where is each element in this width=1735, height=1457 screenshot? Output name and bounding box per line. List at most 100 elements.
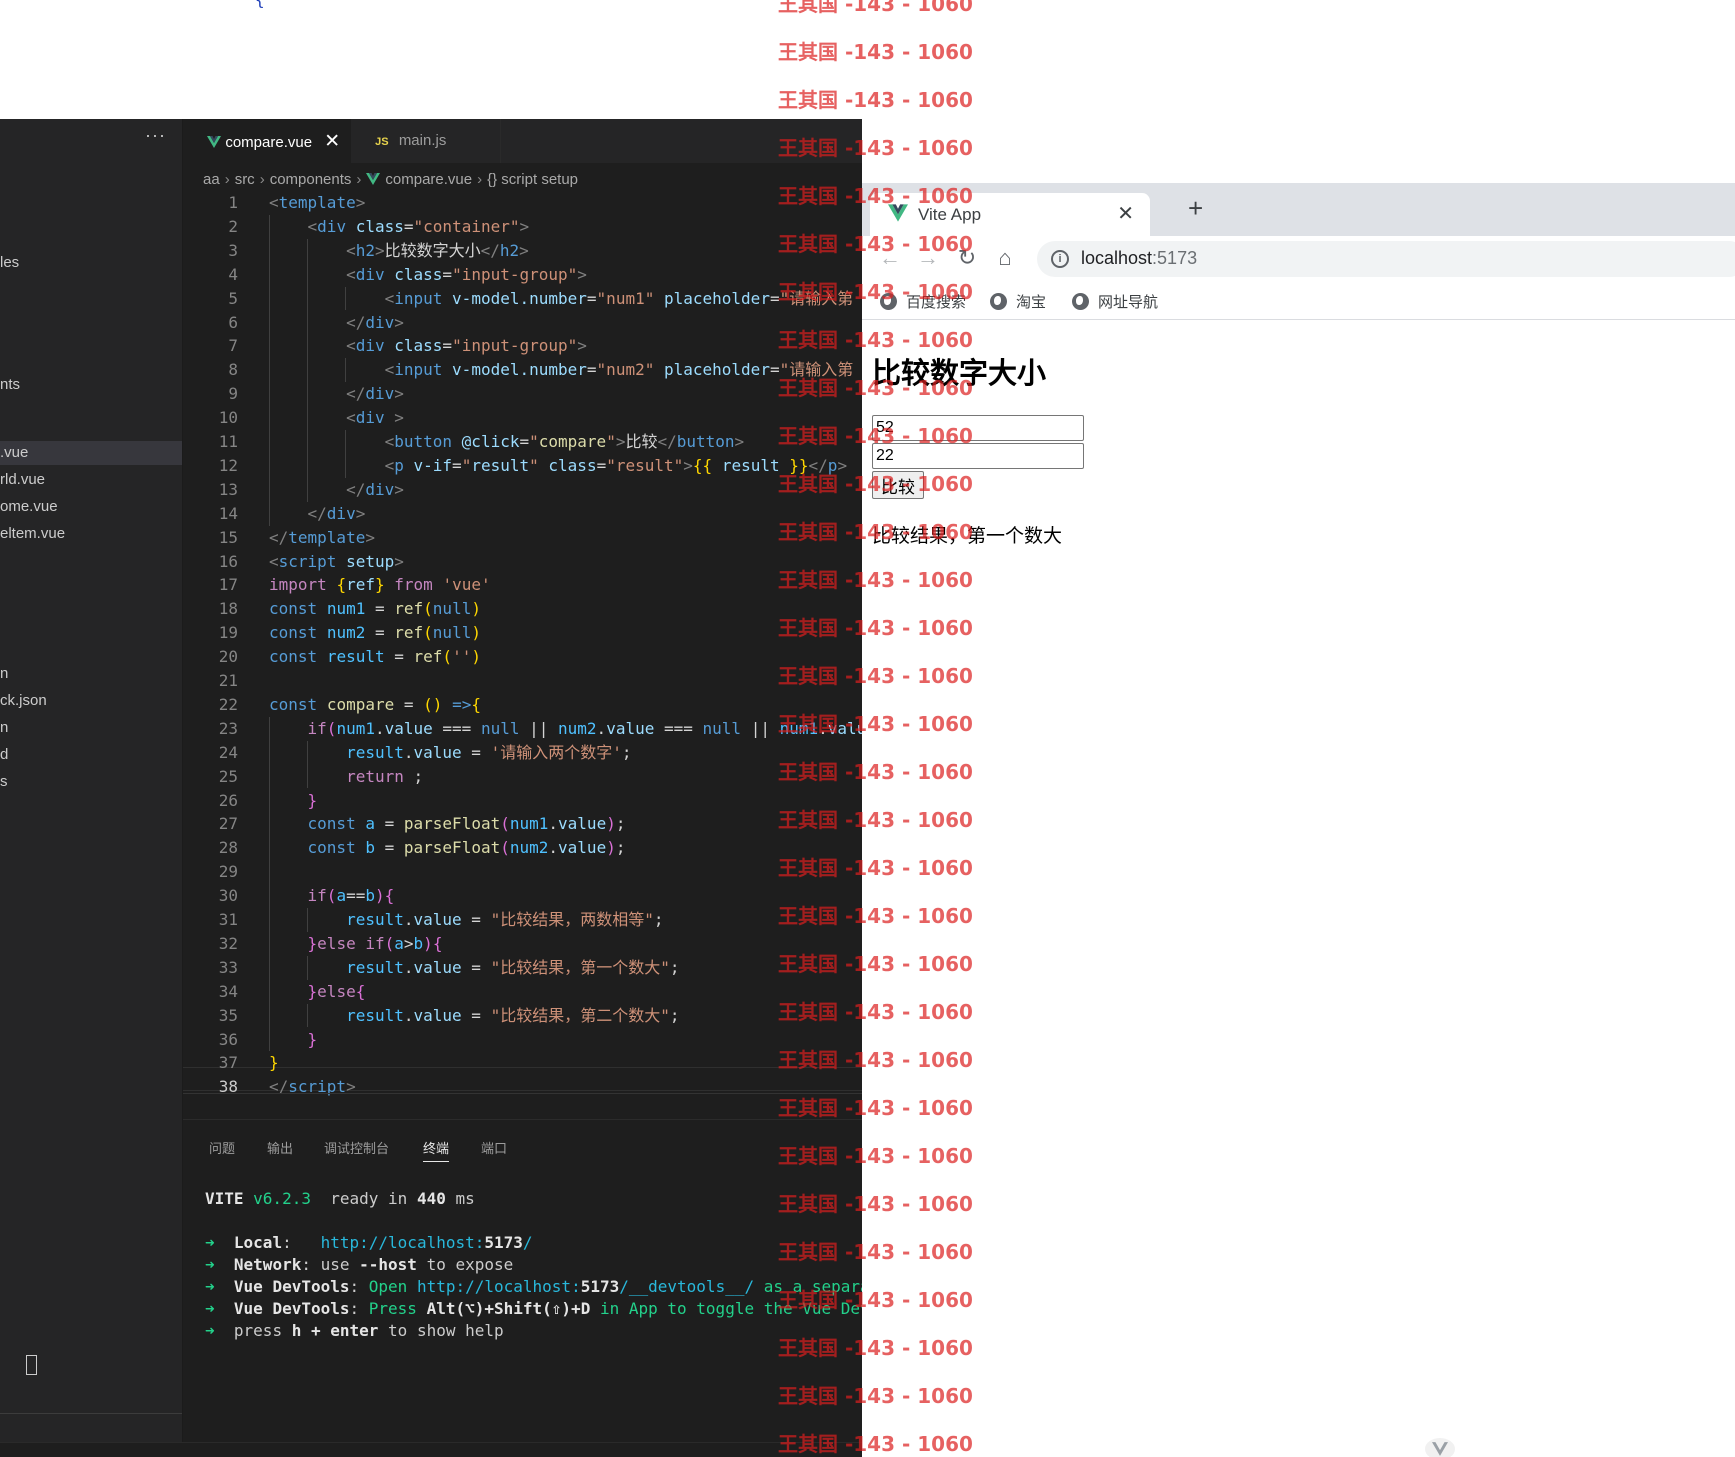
line-number: 15 <box>218 527 238 547</box>
code-token: ( <box>442 647 453 667</box>
address-bar[interactable]: i localhost:5173 <box>1037 241 1735 277</box>
code-token: result <box>346 742 404 762</box>
reload-icon[interactable]: ↻ <box>955 246 979 270</box>
explorer-item[interactable]: s <box>0 770 182 794</box>
code-line: 2 <div class="container"> <box>183 215 862 239</box>
code-token: = <box>586 360 597 380</box>
line-number: 5 <box>228 288 238 308</box>
terminal-token: Vue DevTools <box>233 1277 350 1296</box>
code-token: v-if <box>413 455 453 475</box>
url-host: localhost <box>1081 248 1153 268</box>
page-content: 比较数字大小 比较 比较结果，第一个数大 <box>862 320 1735 1457</box>
back-icon[interactable]: ← <box>878 246 902 270</box>
bookmark-nav[interactable]: 网址导航 <box>1072 291 1158 312</box>
num1-input[interactable] <box>872 415 1084 441</box>
info-icon[interactable]: i <box>1051 250 1069 268</box>
explorer-item[interactable]: rld.vue <box>0 468 182 492</box>
code-token: ; <box>669 1005 680 1025</box>
breadcrumb-item[interactable]: src <box>235 171 255 188</box>
terminal-token: : use <box>301 1255 360 1274</box>
code-token: === <box>432 718 481 738</box>
explorer-item[interactable]: d <box>0 743 182 767</box>
terminal-token: press <box>214 1321 292 1340</box>
explorer-item[interactable]: n <box>0 716 182 740</box>
url-text[interactable]: localhost:5173 <box>1081 248 1197 269</box>
tab-compare-vue[interactable]: compare.vue ✕ <box>183 119 351 163</box>
code-token: > <box>365 527 375 547</box>
code-token: a <box>336 886 347 906</box>
code-token: } <box>374 575 385 595</box>
code-token: value <box>558 814 607 834</box>
explorer-item-active[interactable]: .vue <box>0 441 182 465</box>
code-token: < <box>384 360 395 380</box>
code-token: value <box>558 838 607 858</box>
explorer-item[interactable]: ome.vue <box>0 495 182 519</box>
code-line: 15 </template> <box>183 526 862 550</box>
explorer-item[interactable]: n <box>0 662 182 686</box>
more-actions-icon[interactable]: ··· <box>145 125 166 146</box>
bookmark-baidu[interactable]: 百度搜索 <box>880 291 966 312</box>
terminal-token: Local <box>233 1233 283 1252</box>
status-strip <box>0 1442 862 1457</box>
explorer-item[interactable]: nts <box>0 373 182 397</box>
code-line: 22 const compare = () =>{ <box>183 693 862 717</box>
panel-tab-output[interactable]: 输出 <box>267 1138 293 1157</box>
home-icon[interactable]: ⌂ <box>993 246 1017 270</box>
panel-tab-ports[interactable]: 端口 <box>481 1138 507 1157</box>
terminal-line: ➜ Local: http://localhost:5173/ <box>205 1232 533 1254</box>
code-token: < <box>346 336 356 356</box>
new-tab-icon[interactable]: + <box>1188 193 1203 224</box>
line-number: 30 <box>218 886 238 906</box>
code-token: </ <box>346 384 366 404</box>
code-token: valu <box>827 718 862 738</box>
breadcrumb-item[interactable]: aa <box>203 171 220 188</box>
bookmark-taobao[interactable]: 淘宝 <box>990 291 1046 312</box>
breadcrumb-item[interactable]: compare.vue <box>385 171 472 188</box>
code-text: } <box>269 789 318 813</box>
explorer-item[interactable]: eltem.vue <box>0 522 182 546</box>
code-token: num1 <box>326 599 366 619</box>
close-tab-icon[interactable]: ✕ <box>1117 201 1134 226</box>
breadcrumb-item[interactable]: {} script setup <box>487 171 578 188</box>
code-token: b <box>413 933 424 953</box>
compare-button[interactable]: 比较 <box>872 471 924 499</box>
panel-tab-terminal[interactable]: 终端 <box>423 1138 450 1162</box>
globe-icon <box>990 293 1007 310</box>
code-token: div <box>326 503 356 523</box>
tab-main-js[interactable]: JS main.js <box>351 119 501 163</box>
code-token: ref <box>394 599 424 619</box>
code-token: "input-group" <box>452 336 578 356</box>
scroll-down-indicator[interactable] <box>1425 1438 1455 1457</box>
line-number: 7 <box>228 336 238 356</box>
explorer-item[interactable]: ck.json <box>0 689 182 713</box>
code-token: template <box>288 527 366 547</box>
num2-input[interactable] <box>872 443 1084 469</box>
terminal-token: : <box>349 1277 369 1296</box>
code-token: class <box>355 216 404 236</box>
code-line: 7 <div class="input-group"> <box>183 334 862 358</box>
code-text: const compare = () =>{ <box>269 693 481 717</box>
explorer-item[interactable]: les <box>0 251 182 275</box>
code-editor[interactable]: 1 <template> 2 <div class="container"> 3 <h… <box>183 191 862 1109</box>
code-line: 30 if(a==b){ <box>183 884 862 908</box>
code-token: ) <box>423 933 433 953</box>
code-line: 24 result.value = '请输入两个数字'; <box>183 741 862 765</box>
close-icon[interactable]: ✕ <box>324 131 340 152</box>
code-text: if(a==b){ <box>269 884 395 908</box>
browser-tab-vite-app[interactable]: Vite App ✕ <box>870 193 1150 236</box>
panel-tab-debug-console[interactable]: 调试控制台 <box>324 1138 389 1157</box>
forward-icon[interactable]: → <box>916 246 940 270</box>
breadcrumb-item[interactable]: components <box>270 171 352 188</box>
indent-guide <box>345 358 346 383</box>
panel-tab-problems[interactable]: 问题 <box>209 1138 235 1157</box>
code-token: > <box>394 408 404 428</box>
